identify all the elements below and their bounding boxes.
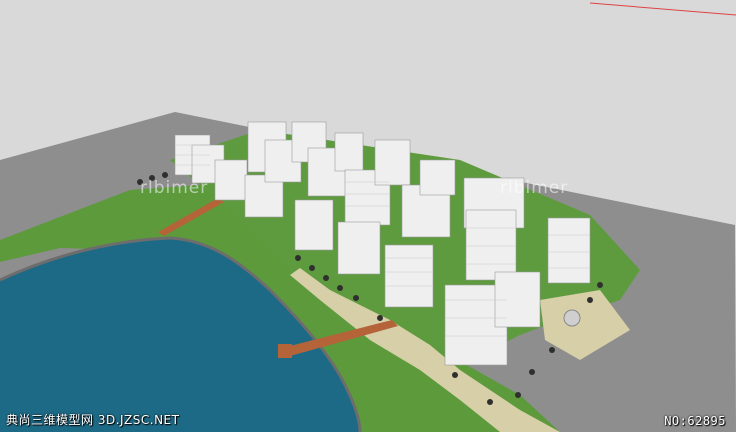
tower	[334, 132, 364, 172]
tower	[214, 159, 248, 201]
site-caption: 典尚三维模型网 3D.JZSC.NET	[6, 413, 180, 427]
tower	[294, 199, 334, 251]
tower	[337, 221, 381, 275]
tower	[374, 139, 411, 186]
tower	[465, 209, 517, 281]
site-model-render	[0, 2, 736, 432]
tower	[384, 244, 434, 308]
pier-lower-end	[278, 344, 292, 358]
tower	[547, 217, 591, 284]
watermark-left: rlbimer	[140, 178, 209, 198]
model-number: NO:62895	[664, 414, 726, 428]
roundabout	[563, 309, 581, 327]
tower	[419, 159, 456, 196]
axis-line	[589, 2, 736, 16]
watermark-right: rlbimer	[500, 178, 569, 198]
model-viewport: rlbimer rlbimer 典尚三维模型网 3D.JZSC.NET NO:6…	[0, 0, 736, 432]
tower	[494, 271, 541, 328]
